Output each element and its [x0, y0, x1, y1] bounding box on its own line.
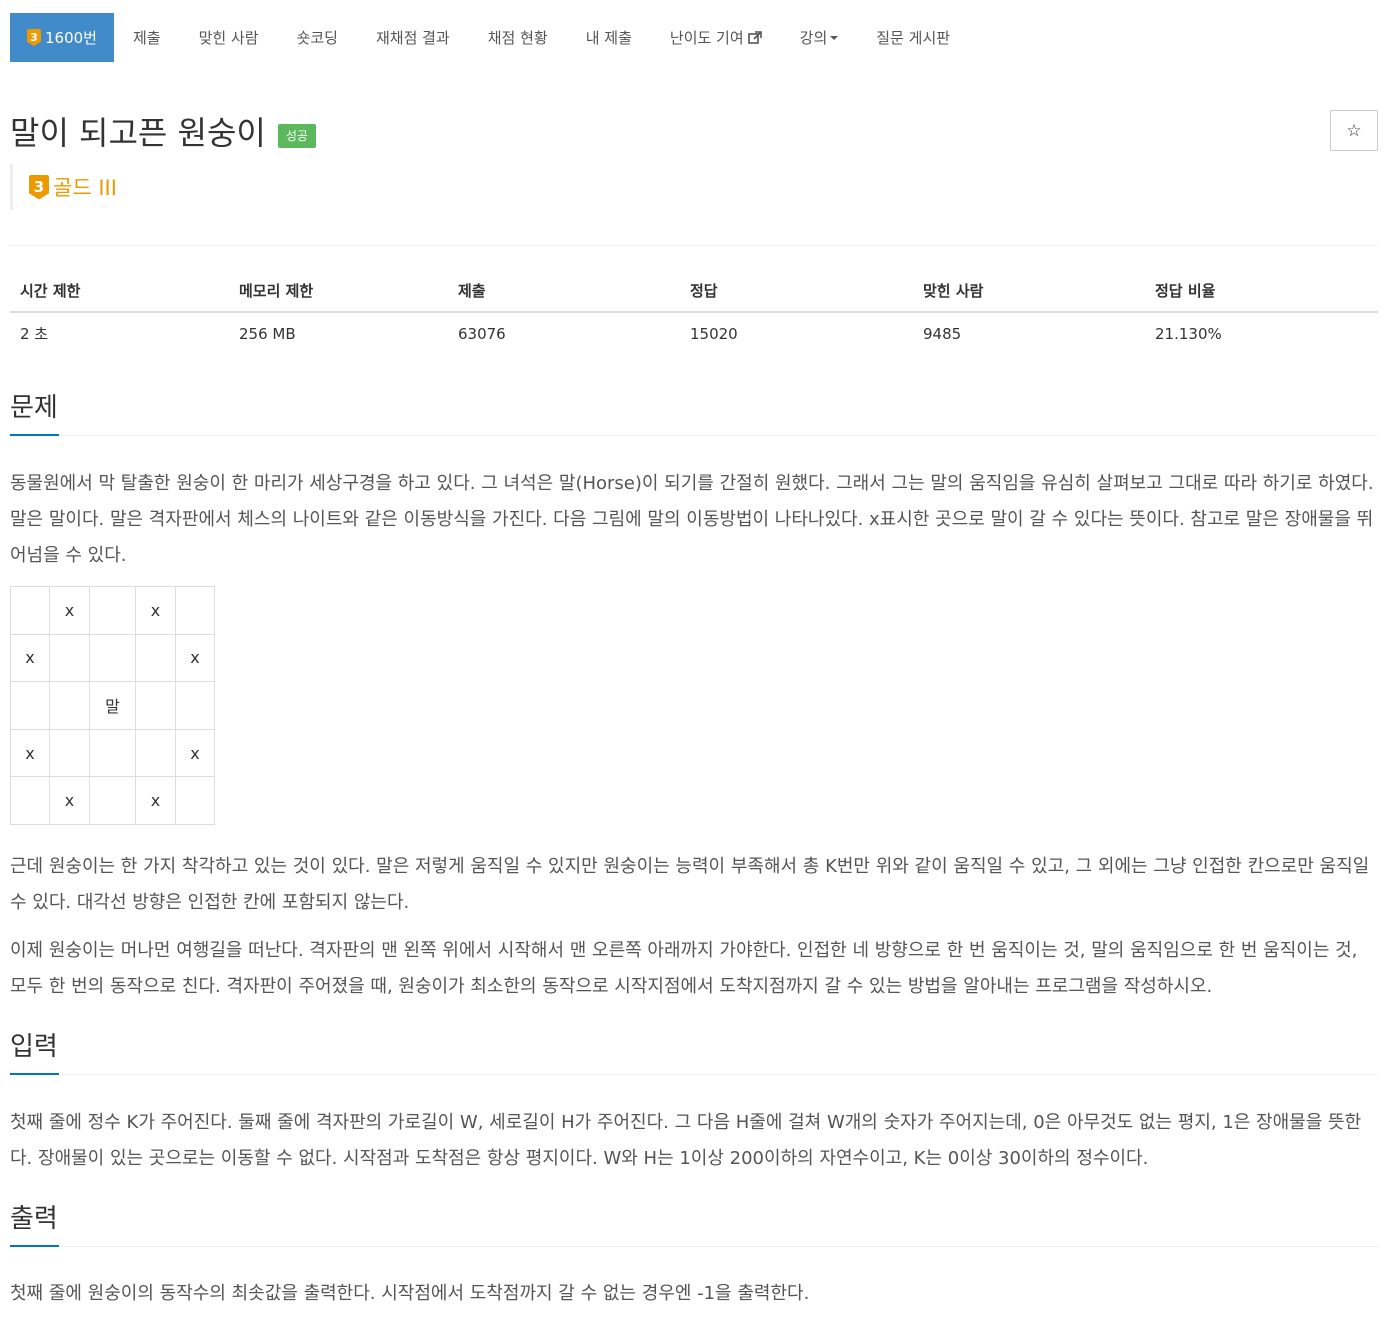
- board-row: 말: [10, 681, 215, 730]
- board-cell: x: [49, 776, 90, 825]
- star-button[interactable]: ☆: [1330, 110, 1378, 151]
- board-cell: x: [175, 633, 215, 683]
- problem-section-heading: 문제: [10, 388, 1378, 436]
- tier-name[interactable]: 골드 III: [53, 172, 117, 202]
- section-title-input: 입력: [10, 1032, 58, 1062]
- header-submissions: 제출: [448, 270, 680, 313]
- board-cell: x: [49, 586, 90, 635]
- problem-info-table: 시간 제한 메모리 제한 제출 정답 맞힌 사람 정답 비율 2 초 256 M…: [10, 270, 1378, 354]
- tier-badge-icon: 3: [29, 174, 49, 200]
- nav-qna-board[interactable]: 질문 게시판: [857, 13, 969, 62]
- nav-solved-users[interactable]: 맞힌 사람: [180, 13, 278, 62]
- header-memory-limit: 메모리 제한: [229, 270, 448, 313]
- tier-badge-icon: 3: [27, 29, 41, 46]
- board-cell: x: [135, 586, 176, 635]
- problem-nav: 3 1600번 제출 맞힌 사람 숏코딩 재채점 결과 채점 현황 내 제출 난…: [10, 13, 969, 62]
- nav-problem-number[interactable]: 3 1600번: [10, 13, 114, 62]
- board-cell: [10, 776, 50, 825]
- board-cell: x: [10, 633, 50, 683]
- knight-move-board: xxxx말xxxx: [10, 586, 215, 825]
- star-icon: ☆: [1346, 120, 1362, 141]
- board-cell: x: [10, 728, 50, 778]
- board-cell: [10, 586, 50, 635]
- board-cell: x: [175, 728, 215, 778]
- board-cell: [10, 681, 50, 730]
- problem-description-p3: 이제 원숭이는 머나먼 여행길을 떠난다. 격자판의 맨 왼쪽 위에서 시작해서…: [10, 940, 1358, 997]
- nav-problem-number-label: 1600번: [45, 29, 97, 47]
- section-title-problem: 문제: [10, 393, 58, 423]
- problem-tier: 3 골드 III: [10, 164, 117, 210]
- problem-description-p2: 근데 원숭이는 한 가지 착각하고 있는 것이 있다. 말은 저렇게 움직일 수…: [10, 856, 1370, 913]
- board-cell: [89, 633, 136, 683]
- board-row: xx: [10, 728, 215, 778]
- board-cell: [49, 681, 90, 730]
- nav-short-coding[interactable]: 숏코딩: [278, 13, 357, 62]
- section-rule: [10, 435, 1378, 436]
- board-row: xx: [10, 586, 215, 635]
- value-solved-users: 9485: [923, 324, 962, 343]
- header-accept-ratio: 정답 비율: [1145, 270, 1378, 313]
- header-accepted: 정답: [680, 270, 913, 313]
- table-header-row: 시간 제한 메모리 제한 제출 정답 맞힌 사람 정답 비율: [10, 270, 1378, 313]
- value-submissions: 63076: [458, 324, 506, 343]
- board-cell: [175, 586, 215, 635]
- output-description: 첫째 줄에 원숭이의 동작수의 최솟값을 출력한다. 시작점에서 도착점까지 갈…: [10, 1283, 810, 1304]
- problem-description-p1: 동물원에서 막 탈출한 원숭이 한 마리가 세상구경을 하고 있다. 그 녀석은…: [10, 473, 1374, 566]
- header-solved-users: 맞힌 사람: [913, 270, 1145, 313]
- board-cell: [49, 633, 90, 683]
- value-memory-limit: 256 MB: [239, 324, 296, 343]
- input-description: 첫째 줄에 정수 K가 주어진다. 둘째 줄에 격자판의 가로길이 W, 세로길…: [10, 1112, 1362, 1169]
- nav-difficulty-contribution[interactable]: 난이도 기여: [651, 13, 781, 62]
- nav-submit[interactable]: 제출: [114, 13, 180, 62]
- value-accept-ratio: 21.130%: [1155, 324, 1222, 343]
- divider: [10, 245, 1378, 246]
- section-rule: [10, 1246, 1378, 1247]
- section-underline: [10, 1073, 59, 1075]
- board-cell: [135, 681, 176, 730]
- nav-my-submissions[interactable]: 내 제출: [567, 13, 651, 62]
- problem-title-row: 말이 되고픈 원숭이 성공: [10, 108, 316, 154]
- board-cell: [89, 728, 136, 778]
- board-cell: [135, 728, 176, 778]
- section-rule: [10, 1074, 1378, 1075]
- board-cell: [89, 776, 136, 825]
- header-time-limit: 시간 제한: [10, 270, 229, 313]
- board-cell: [135, 633, 176, 683]
- section-title-output: 출력: [10, 1204, 58, 1234]
- nav-lectures-label: 강의: [799, 29, 828, 47]
- board-cell: [89, 586, 136, 635]
- board-cell: [175, 681, 215, 730]
- status-badge: 성공: [277, 123, 316, 149]
- nav-lectures-dropdown[interactable]: 강의: [781, 13, 858, 62]
- nav-judge-status[interactable]: 채점 현황: [469, 13, 567, 62]
- board-cell: x: [135, 776, 176, 825]
- board-cell: 말: [89, 681, 136, 730]
- board-cell: [49, 728, 90, 778]
- section-underline: [10, 434, 59, 436]
- external-link-icon: [747, 30, 762, 44]
- board-row: xx: [10, 633, 215, 683]
- value-time-limit: 2 초: [20, 325, 49, 343]
- section-underline: [10, 1245, 59, 1247]
- nav-rejudge-results[interactable]: 재채점 결과: [357, 13, 469, 62]
- input-section-heading: 입력: [10, 1027, 1378, 1075]
- output-section-heading: 출력: [10, 1199, 1378, 1247]
- board-cell: [175, 776, 215, 825]
- caret-down-icon: [830, 35, 839, 40]
- board-body: xxxx말xxxx: [10, 586, 215, 825]
- table-row: 2 초 256 MB 63076 15020 9485 21.130%: [10, 312, 1378, 354]
- board-row: xx: [10, 776, 215, 825]
- nav-difficulty-contribution-label: 난이도 기여: [669, 29, 744, 47]
- problem-title: 말이 되고픈 원숭이: [10, 114, 266, 152]
- value-accepted: 15020: [690, 324, 738, 343]
